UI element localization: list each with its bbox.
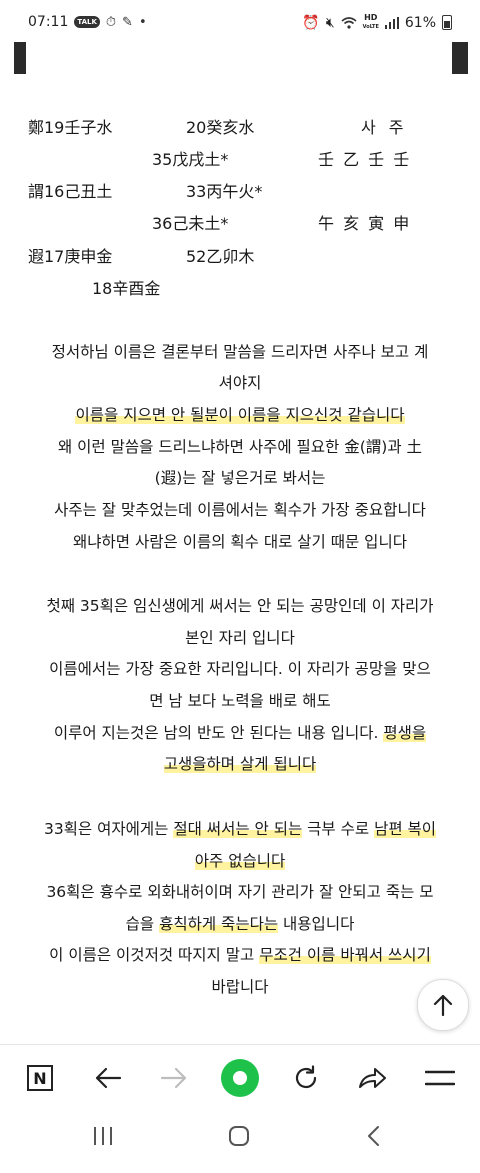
- saju-cell: 遐17庚申金: [28, 247, 113, 266]
- text-line: 사주는 잘 맞추었는데 이름에서는 획수가 가장 중요합니다: [54, 501, 426, 519]
- highlighted-text: 아주 없습니다: [194, 852, 286, 870]
- share-icon: [359, 1068, 386, 1088]
- text-line: 면 남 보다 노력을 배로 해도: [149, 692, 331, 710]
- arrow-right-icon: [160, 1067, 187, 1089]
- text-line: 이름을 지으면 안 될분이 이름을 지으신것 같습니다: [0, 403, 480, 425]
- text-line: 이 이름은 이것저것 따지지 말고 무조건 이름 바꿔서 쓰시기: [49, 946, 431, 964]
- saju-cell: 謂16己丑土: [28, 182, 113, 201]
- refresh-icon: [295, 1065, 317, 1089]
- text-line: 33획은 여자에게는 절대 써서는 안 되는 극부 수로 남편 복이: [43, 820, 437, 838]
- text-line: 고생을하며 살게 됩니다: [0, 752, 480, 774]
- green-dot-button[interactable]: [221, 1059, 259, 1097]
- share-button[interactable]: [356, 1063, 388, 1093]
- saju-pillars-bottom: 午 亥 寅 申: [318, 214, 412, 233]
- circle-icon: [233, 1071, 247, 1085]
- text-line: 36획은 흉수로 외화내허이며 자기 관리가 잘 안되고 죽는 모: [46, 883, 434, 901]
- text-line: 셔야지: [218, 374, 262, 392]
- wifi-icon: [341, 16, 357, 29]
- hd-voice-icon: HD VoLTE: [362, 13, 379, 31]
- text-line: 본인 자리 입니다: [185, 629, 295, 647]
- top-bar-left: [14, 42, 26, 74]
- system-nav-bar: [0, 1110, 480, 1173]
- highlighted-text: 이름을 지으면 안 될분이 이름을 지으신것 같습니다: [75, 406, 405, 424]
- highlighted-text: 무조건 이름 바꿔서 쓰시기: [259, 946, 431, 964]
- saju-cell: 33丙午火*: [186, 182, 263, 201]
- arrow-up-icon: [433, 994, 453, 1016]
- text-line: 왜냐하면 사람은 이름의 획수 대로 살기 때문 입니다: [73, 533, 407, 551]
- saju-cell: 20癸亥水: [186, 118, 255, 137]
- naver-home-button[interactable]: N: [25, 1063, 55, 1093]
- arrow-left-icon: [95, 1067, 122, 1089]
- kakaotalk-icon: TALK: [74, 16, 100, 28]
- highlighted-text: 흉칙하게 죽는다는: [159, 915, 279, 933]
- text-line: 습을 흉칙하게 죽는다는 내용입니다: [125, 915, 355, 933]
- brush-icon: ✎: [122, 14, 133, 30]
- text-line: 정서하님 이름은 결론부터 말씀을 드리자면 사주나 보고 계: [51, 343, 429, 361]
- text-line: 이름에서는 가장 중요한 자리입니다. 이 자리가 공망을 맞으: [49, 660, 431, 678]
- saju-cell: 52乙卯木: [186, 247, 255, 266]
- alarm-icon: ⏰: [302, 14, 320, 31]
- highlighted-text: 절대 써서는 안 되는: [173, 820, 303, 838]
- saju-cell: 鄭19壬子水: [28, 118, 113, 137]
- highlighted-text: 평생을: [383, 724, 427, 742]
- hamburger-menu-icon: [425, 1070, 455, 1086]
- saju-heading: 사 주: [361, 118, 408, 137]
- battery-icon: [442, 15, 452, 30]
- browser-toolbar: N: [0, 1044, 480, 1111]
- saju-cell: 35戊戌土*: [152, 150, 229, 169]
- scroll-to-top-button[interactable]: [417, 979, 469, 1031]
- text-line: 왜 이런 말씀을 드리느냐하면 사주에 필요한 金(謂)과 土: [57, 438, 423, 456]
- top-bar-right: [452, 42, 468, 74]
- home-icon: [229, 1126, 249, 1146]
- alarm-clock-icon: ⏱: [105, 14, 117, 30]
- forward-button[interactable]: [158, 1063, 190, 1093]
- system-back-button[interactable]: [366, 1125, 380, 1151]
- mute-icon: 🔇︎: [325, 14, 335, 31]
- menu-button[interactable]: [424, 1063, 456, 1093]
- saju-cell: 18辛酉金: [92, 279, 161, 298]
- text-line: 바랍니다: [211, 978, 269, 996]
- highlighted-text: 남편 복이: [374, 820, 437, 838]
- text-line: (遐)는 잘 넣은거로 봐서는: [154, 469, 326, 487]
- text-line: 아주 없습니다: [0, 849, 480, 871]
- recent-apps-button[interactable]: [92, 1126, 114, 1150]
- battery-percent: 61%: [404, 14, 436, 31]
- status-time: 07:11: [28, 14, 69, 30]
- chevron-left-icon: [368, 1126, 379, 1146]
- text-line: 이루어 지는것은 남의 반도 안 된다는 내용 입니다. 평생을: [53, 724, 427, 742]
- saju-pillars-top: 壬 乙 壬 壬: [318, 150, 412, 169]
- text-line: 첫째 35획은 임신생에게 써서는 안 되는 공망인데 이 자리가: [46, 597, 434, 615]
- saju-cell: 36己未土*: [152, 214, 229, 233]
- home-button[interactable]: [228, 1125, 250, 1151]
- recent-apps-icon: [94, 1127, 112, 1145]
- status-bar: 07:11 TALK ⏱ ✎ • ⏰ 🔇︎ HD VoLTE 61%: [0, 0, 480, 40]
- highlighted-text: 고생을하며 살게 됩니다: [163, 755, 317, 773]
- dot-icon: •: [138, 14, 147, 30]
- naver-n-icon: N: [27, 1065, 53, 1091]
- refresh-button[interactable]: [290, 1063, 322, 1093]
- back-button[interactable]: [92, 1063, 124, 1093]
- signal-icon: [384, 16, 399, 29]
